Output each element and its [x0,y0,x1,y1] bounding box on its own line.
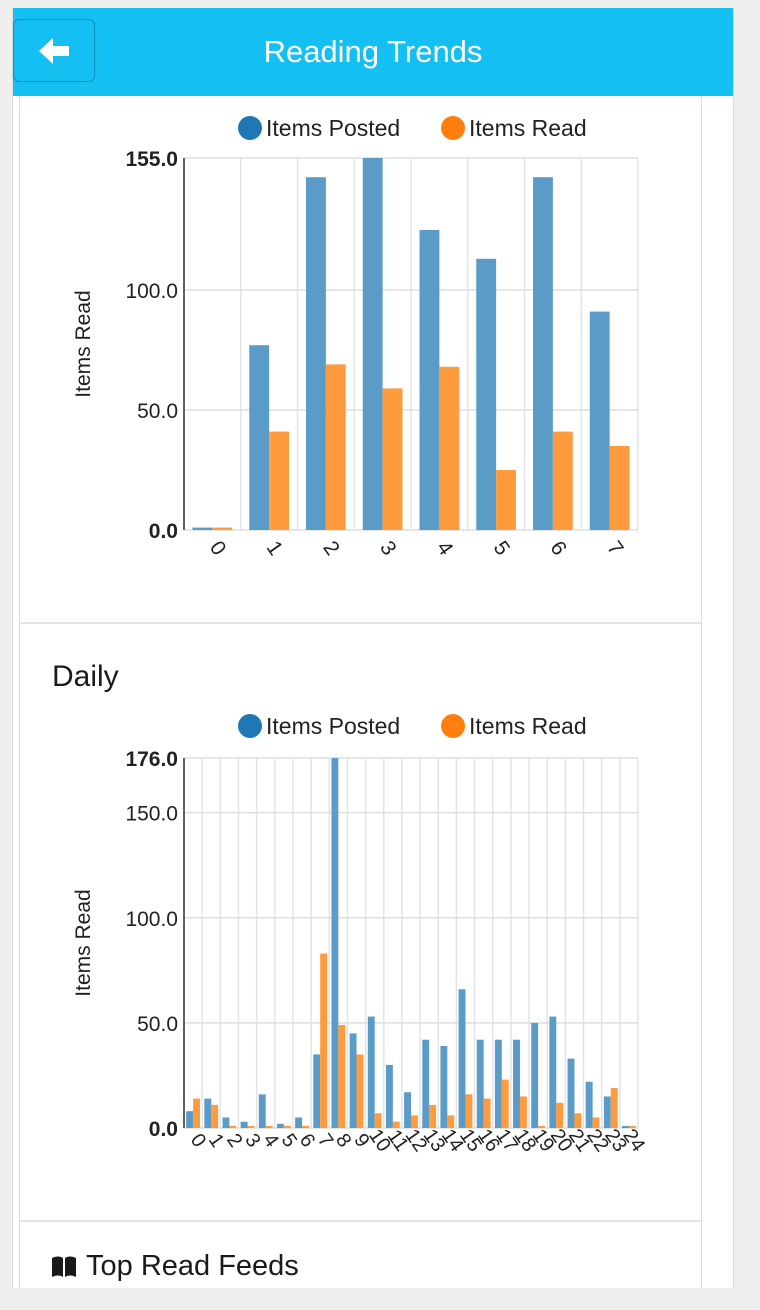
bar-items-posted [295,1117,303,1128]
bar-items-posted [204,1098,212,1128]
y-tick-label: 0.0 [149,1118,178,1141]
bar-items-read [429,1104,437,1128]
bar-items-read [229,1125,237,1128]
bar-items-read [247,1125,255,1128]
bar-items-read [439,366,460,530]
bar-items-read [302,1125,309,1128]
bar-items-read [382,388,403,530]
bar-items-posted [240,1121,248,1128]
bar-items-posted [476,1039,484,1128]
bar-items-posted [531,1022,539,1128]
bar-items-read [552,431,573,530]
bar-items-posted [367,1016,375,1128]
page-title: Reading Trends [263,34,483,69]
x-tick-label: 3 [375,537,401,560]
x-tick-label: 1 [262,537,288,560]
bar-items-read [465,1094,473,1128]
x-tick-label: 0 [205,537,231,560]
bar-items-read [610,1088,618,1128]
bar-items-posted [331,758,339,1128]
bar-items-posted [549,1016,557,1128]
bar-items-read [483,1098,491,1128]
x-tick-label: 5 [489,537,515,560]
bar-items-read [211,1104,219,1128]
y-axis-label: Items Read [72,889,95,996]
bar-items-posted [458,989,466,1128]
y-tick-label: 100.0 [125,280,178,303]
y-tick-label: 176.0 [125,748,178,771]
y-tick-label: 155.0 [125,148,178,171]
y-tick-label: 150.0 [125,803,178,826]
weekly-bar-chart: Items Posted Items Read 0.0 50.0 100.0 155.0 I… [72,115,639,560]
bar-items-read [556,1102,564,1128]
bar-items-read [265,1125,273,1128]
bar-items-posted [589,311,610,530]
top-read-feeds-heading: Top Read Feeds [50,1250,299,1283]
bar-items-posted [440,1046,448,1128]
bar-items-read [193,1098,200,1128]
legend-read-marker [441,116,465,140]
bar-items-posted [349,1033,357,1128]
bar-items-posted [186,1111,194,1128]
bar-items-posted [533,177,553,530]
legend-posted-label: Items Posted [266,115,400,141]
legend-posted-marker [238,116,262,140]
bar-items-posted [385,1064,393,1128]
app-header: Reading Trends [13,8,733,96]
bar-items-read [338,1024,346,1128]
section-divider [19,1220,701,1222]
legend-read-label: Items Read [469,115,587,141]
bar-items-read [501,1079,509,1128]
bar-items-read [356,1054,364,1128]
x-tick-label: 4 [432,537,458,560]
top-read-feeds-label: Top Read Feeds [86,1250,299,1282]
bar-items-posted [622,1125,629,1128]
back-button[interactable] [13,19,95,82]
bar-items-posted [362,158,383,530]
legend-read-marker [441,714,465,738]
daily-section-title: Daily [52,660,119,693]
bar-items-posted [476,258,497,530]
bar-items-read [283,1125,291,1128]
x-tick-label: 24 [618,1125,649,1156]
bar-items-posted [513,1039,520,1128]
bar-items-posted [603,1096,611,1128]
daily-bar-chart: Items Posted Items Read 0.0 50.0 100.0 150.0 1… [72,713,649,1156]
bar-items-read [519,1096,527,1128]
bar-items-read [609,446,630,530]
bar-items-read [212,527,233,530]
x-tick-label: 2 [318,537,344,560]
bar-items-posted [494,1039,502,1128]
x-tick-label: 7 [602,537,628,560]
bar-items-posted [249,345,270,530]
legend-posted-label: Items Posted [266,713,400,739]
arrow-left-icon [39,37,69,64]
bar-items-read [320,953,328,1128]
bar-items-posted [422,1039,430,1128]
x-tick-label: 6 [545,537,571,560]
bar-items-posted [222,1117,230,1128]
bar-items-read [496,470,516,530]
legend-posted-marker [238,714,262,738]
section-divider [19,622,701,624]
legend-read-label: Items Read [469,713,587,739]
y-tick-label: 50.0 [137,1013,178,1036]
y-tick-label: 100.0 [125,908,178,931]
bar-items-posted [313,1054,321,1128]
y-axis-label: Items Read [72,290,95,397]
y-tick-label: 50.0 [137,400,178,423]
bar-items-posted [192,527,213,530]
bar-items-read [325,364,346,530]
book-icon [52,1256,76,1277]
bar-items-posted [276,1123,284,1128]
bar-items-posted [567,1058,575,1128]
bar-items-posted [404,1092,411,1128]
bar-items-posted [585,1081,593,1128]
bar-items-posted [419,230,440,530]
bar-items-posted [306,177,326,530]
bar-items-posted [258,1094,266,1128]
y-tick-label: 0.0 [149,520,178,543]
bar-items-read [269,431,289,530]
